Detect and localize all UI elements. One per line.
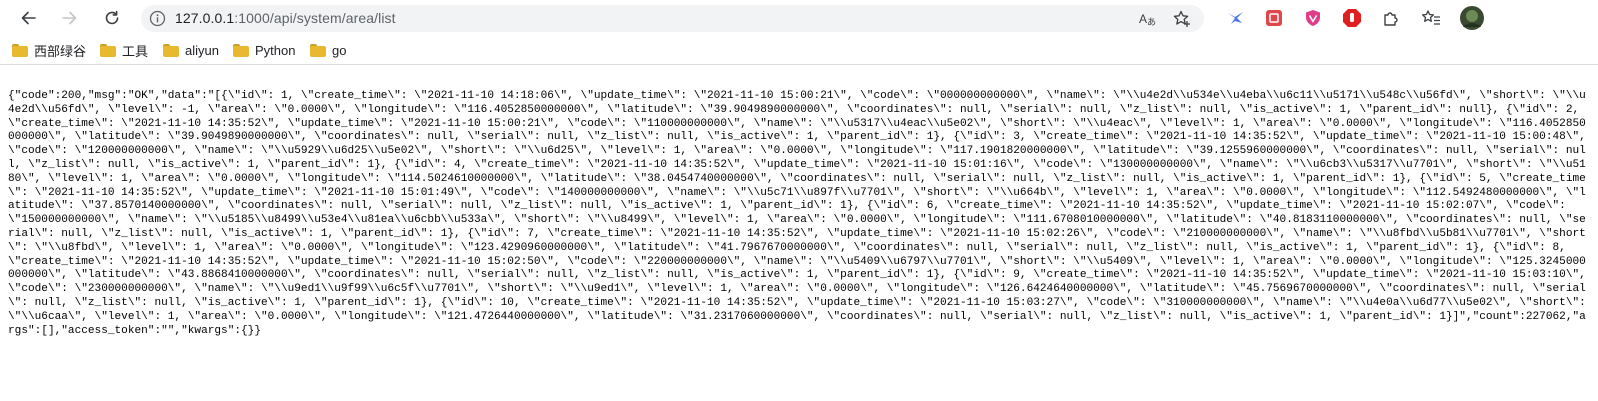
bird-extension-icon[interactable] (1225, 8, 1245, 28)
reload-icon (103, 9, 121, 27)
json-response-body: {"code":200,"msg":"OK","data":"[{\"id\":… (8, 90, 1593, 337)
bookmarks-bar: 西部绿谷 工具 aliyun Python go (0, 36, 1598, 65)
read-aloud-icon[interactable]: Aあ (1137, 9, 1157, 29)
bookmark-label: aliyun (185, 42, 219, 58)
heart-shield-extension-icon[interactable] (1303, 8, 1323, 28)
folder-icon (12, 43, 28, 57)
reload-button[interactable] (97, 4, 127, 32)
bookmark-folder-python[interactable]: Python (233, 40, 295, 60)
bookmark-folder-aliyun[interactable]: aliyun (163, 40, 219, 60)
arrow-left-icon (19, 9, 37, 27)
bookmark-label: Python (255, 42, 296, 58)
browser-toolbar: 127.0.0.1:1000/api/system/area/list Aあ (0, 0, 1598, 36)
svg-text:A: A (1139, 12, 1147, 26)
bookmark-label: go (332, 42, 347, 58)
stop-hand-extension-icon[interactable] (1342, 8, 1362, 28)
bookmark-label: 工具 (122, 43, 149, 59)
bookmark-folder-xibu[interactable]: 西部绿谷 (12, 40, 86, 60)
info-icon[interactable] (149, 10, 166, 27)
url-host: 127.0.0.1 (175, 10, 235, 26)
url-path: :1000/api/system/area/list (234, 10, 396, 26)
add-favorite-icon[interactable] (1172, 9, 1192, 29)
url-text[interactable]: 127.0.0.1:1000/api/system/area/list (175, 10, 396, 26)
folder-icon (163, 43, 179, 57)
folder-icon (100, 43, 116, 57)
folder-icon (310, 43, 326, 57)
red-square-extension-icon[interactable] (1264, 8, 1284, 28)
folder-icon (233, 43, 249, 57)
bookmark-folder-tools[interactable]: 工具 (100, 40, 148, 60)
favorites-icon[interactable] (1421, 8, 1441, 28)
profile-avatar[interactable] (1459, 5, 1485, 31)
forward-button[interactable] (55, 4, 85, 32)
arrow-right-icon (61, 9, 79, 27)
svg-text:あ: あ (1147, 17, 1156, 27)
puzzle-extensions-icon[interactable] (1381, 8, 1401, 28)
bookmark-label: 西部绿谷 (34, 43, 87, 59)
address-bar[interactable]: 127.0.0.1:1000/api/system/area/list Aあ (141, 5, 1204, 32)
bookmark-folder-go[interactable]: go (310, 40, 346, 60)
back-button[interactable] (13, 4, 43, 32)
